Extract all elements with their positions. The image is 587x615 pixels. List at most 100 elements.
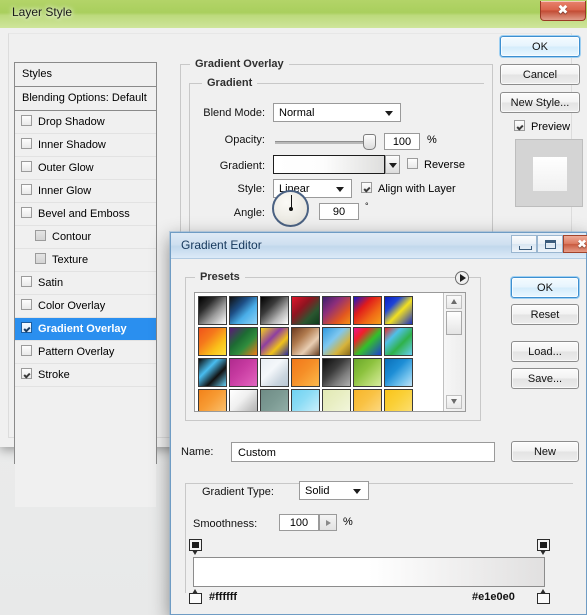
preset-swatch[interactable] xyxy=(198,389,227,411)
preset-swatch[interactable] xyxy=(353,358,382,387)
checkbox-inner-shadow[interactable] xyxy=(21,138,32,149)
preset-swatch[interactable] xyxy=(198,327,227,356)
preset-swatch[interactable] xyxy=(322,389,351,411)
checkbox-bevel-and-emboss[interactable] xyxy=(21,207,32,218)
preset-swatch[interactable] xyxy=(322,296,351,325)
checkbox-contour[interactable] xyxy=(35,230,46,241)
sidebar-item-color-overlay[interactable]: Color Overlay xyxy=(15,295,156,318)
checkbox-satin[interactable] xyxy=(21,276,32,287)
preset-swatch[interactable] xyxy=(322,358,351,387)
preset-swatch[interactable] xyxy=(353,296,382,325)
presets-label: Presets xyxy=(195,271,245,283)
presets-menu-icon[interactable] xyxy=(455,271,469,285)
preset-swatch[interactable] xyxy=(198,296,227,325)
checkbox-align-with-layer[interactable] xyxy=(361,182,372,193)
preset-swatch[interactable] xyxy=(384,358,413,387)
gradient-name-input[interactable]: Custom xyxy=(231,442,495,462)
gradient-editor-maximize-button[interactable] xyxy=(537,235,563,253)
checkbox-drop-shadow[interactable] xyxy=(21,115,32,126)
preset-swatch[interactable] xyxy=(291,389,320,411)
checkbox-inner-glow[interactable] xyxy=(21,184,32,195)
checkbox-preview[interactable] xyxy=(514,120,525,131)
sidebar-item-satin[interactable]: Satin xyxy=(15,272,156,295)
checkbox-color-overlay[interactable] xyxy=(21,299,32,310)
checkbox-gradient-overlay[interactable] xyxy=(21,322,32,333)
angle-input[interactable]: 90 xyxy=(319,203,359,220)
opacity-stop-start[interactable] xyxy=(189,539,202,556)
checkbox-stroke[interactable] xyxy=(21,368,32,379)
blend-mode-select[interactable]: Normal xyxy=(273,103,401,122)
presets-grid[interactable] xyxy=(195,293,443,411)
gradient-preview-swatch[interactable] xyxy=(273,155,385,174)
color-stop-end[interactable] xyxy=(537,589,550,605)
preset-swatch[interactable] xyxy=(229,358,258,387)
preset-swatch[interactable] xyxy=(229,389,258,411)
gradient-editor-save-button[interactable]: Save... xyxy=(511,368,579,389)
opacity-slider-track[interactable] xyxy=(275,141,375,144)
new-style-button[interactable]: New Style... xyxy=(500,92,580,113)
preset-swatch[interactable] xyxy=(384,296,413,325)
preset-swatch[interactable] xyxy=(291,327,320,356)
preset-swatch[interactable] xyxy=(260,327,289,356)
angle-dial[interactable] xyxy=(272,190,309,227)
preset-swatch[interactable] xyxy=(229,327,258,356)
sidebar-item-contour[interactable]: Contour xyxy=(15,226,156,249)
preset-swatch[interactable] xyxy=(198,358,227,387)
checkbox-pattern-overlay[interactable] xyxy=(21,345,32,356)
smoothness-input[interactable]: 100 xyxy=(279,514,319,531)
ok-button[interactable]: OK xyxy=(500,36,580,57)
gradient-strip[interactable] xyxy=(193,557,545,587)
angle-unit: ° xyxy=(365,201,369,211)
layer-style-close-button[interactable]: ✖ xyxy=(540,1,586,21)
checkbox-reverse[interactable] xyxy=(407,158,418,169)
preset-swatch[interactable] xyxy=(353,327,382,356)
gradient-picker-dropdown-button[interactable] xyxy=(385,155,400,174)
preset-swatch[interactable] xyxy=(229,296,258,325)
align-with-layer-row[interactable]: Align with Layer xyxy=(361,182,456,195)
color-stop-start[interactable] xyxy=(189,589,202,605)
preset-swatch[interactable] xyxy=(384,327,413,356)
cancel-button[interactable]: Cancel xyxy=(500,64,580,85)
preset-swatch[interactable] xyxy=(260,389,289,411)
sidebar-item-pattern-overlay[interactable]: Pattern Overlay xyxy=(15,341,156,364)
preset-swatch[interactable] xyxy=(260,358,289,387)
new-gradient-button[interactable]: New xyxy=(511,441,579,462)
sidebar-item-texture[interactable]: Texture xyxy=(15,249,156,272)
sidebar-item-stroke[interactable]: Stroke xyxy=(15,364,156,387)
gradient-editor-load-button[interactable]: Load... xyxy=(511,341,579,362)
sidebar-item-inner-glow[interactable]: Inner Glow xyxy=(15,180,156,203)
checkbox-texture[interactable] xyxy=(35,253,46,264)
opacity-input[interactable]: 100 xyxy=(384,133,420,150)
sidebar-item-outer-glow[interactable]: Outer Glow xyxy=(15,157,156,180)
sidebar-item-bevel-and-emboss[interactable]: Bevel and Emboss xyxy=(15,203,156,226)
gradient-editor-close-button[interactable]: ✖ xyxy=(563,235,587,253)
preset-swatch[interactable] xyxy=(260,296,289,325)
gradient-editor-reset-button[interactable]: Reset xyxy=(511,304,579,325)
opacity-slider-knob[interactable] xyxy=(363,134,376,150)
presets-scrollbar[interactable] xyxy=(443,293,465,411)
minimize-icon xyxy=(519,246,532,250)
gradient-editor-minimize-button[interactable] xyxy=(511,235,537,253)
sidebar-item-inner-shadow[interactable]: Inner Shadow xyxy=(15,134,156,157)
preset-swatch[interactable] xyxy=(291,296,320,325)
presets-group: Presets xyxy=(185,271,481,421)
preview-checkbox-row[interactable]: Preview xyxy=(514,120,570,133)
scroll-up-arrow-icon[interactable] xyxy=(446,295,463,309)
preset-swatch[interactable] xyxy=(291,358,320,387)
opacity-stop-end[interactable] xyxy=(537,539,550,556)
preset-swatch[interactable] xyxy=(384,389,413,411)
gradient-editor-titlebar[interactable]: Gradient Editor ✖ xyxy=(171,233,587,259)
smoothness-stepper-button[interactable] xyxy=(319,514,337,531)
reverse-checkbox-row[interactable]: Reverse xyxy=(407,158,465,171)
scrollbar-thumb[interactable] xyxy=(446,311,463,335)
gradient-editor-ok-button[interactable]: OK xyxy=(511,277,579,298)
preset-swatch[interactable] xyxy=(353,389,382,411)
sidebar-item-blending-options[interactable]: Blending Options: Default xyxy=(15,87,156,111)
checkbox-outer-glow[interactable] xyxy=(21,161,32,172)
scroll-down-arrow-icon[interactable] xyxy=(446,395,463,409)
gradient-type-select[interactable]: Solid xyxy=(299,481,369,500)
smoothness-unit: % xyxy=(343,516,353,528)
preset-swatch[interactable] xyxy=(322,327,351,356)
sidebar-item-gradient-overlay[interactable]: Gradient Overlay xyxy=(15,318,156,341)
sidebar-item-drop-shadow[interactable]: Drop Shadow xyxy=(15,111,156,134)
